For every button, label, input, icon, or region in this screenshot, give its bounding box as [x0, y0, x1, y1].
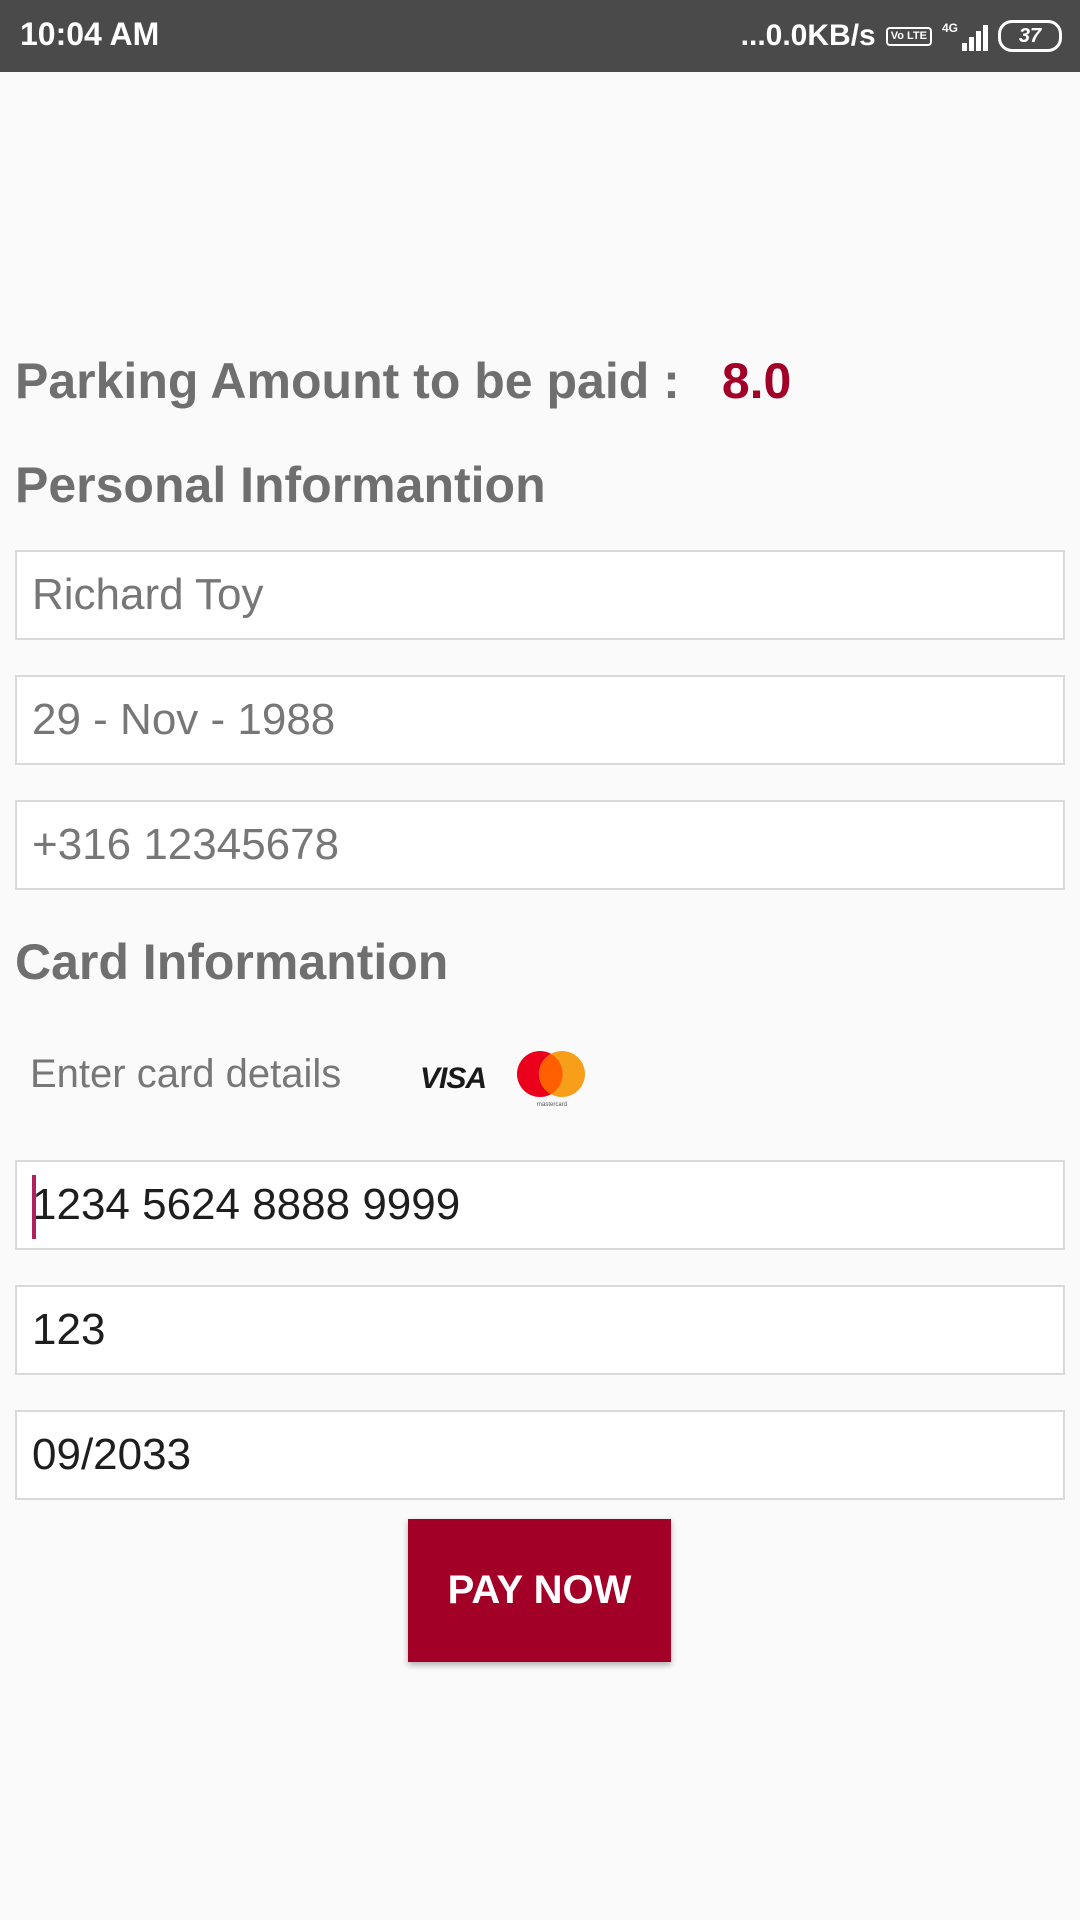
mastercard-logo: mastercard [517, 1051, 585, 1108]
phone-field[interactable] [17, 802, 1063, 888]
text-cursor [32, 1175, 36, 1239]
dob-field-box[interactable] [15, 675, 1065, 765]
pay-now-button[interactable]: PAY NOW [408, 1519, 671, 1662]
card-details-hint: Enter card details [30, 1052, 342, 1096]
parking-amount-row: Parking Amount to be paid : 8.0 [15, 352, 791, 410]
mastercard-label: mastercard [537, 1102, 567, 1108]
phone-field-box[interactable] [15, 800, 1065, 890]
battery-icon: 37 [998, 20, 1062, 52]
cvv-field[interactable] [17, 1287, 1063, 1373]
card-info-title: Card Informantion [15, 934, 449, 990]
cvv-field-box[interactable] [15, 1285, 1065, 1375]
visa-logo: VISA [420, 1062, 487, 1095]
network-type: 4G [941, 21, 958, 35]
signal-icon: 4G [942, 21, 988, 51]
card-number-field[interactable] [17, 1162, 1063, 1248]
status-time: 10:04 AM [20, 16, 160, 52]
status-icons: ...0.0KB/s Vo LTE 4G 37 [741, 14, 1062, 58]
dob-field[interactable] [17, 677, 1063, 763]
expiry-field[interactable] [17, 1412, 1063, 1498]
amount-value: 8.0 [721, 353, 792, 409]
network-speed: ...0.0KB/s [740, 19, 876, 52]
name-field-box[interactable] [15, 550, 1065, 640]
amount-label: Parking Amount to be paid : [15, 353, 680, 409]
card-number-field-box[interactable] [15, 1160, 1065, 1250]
expiry-field-box[interactable] [15, 1410, 1065, 1500]
name-field[interactable] [17, 552, 1063, 638]
personal-info-title: Personal Informantion [15, 457, 546, 513]
volte-icon: Vo LTE [885, 26, 932, 46]
status-bar: 10:04 AM ...0.0KB/s Vo LTE 4G 37 [0, 0, 1080, 72]
